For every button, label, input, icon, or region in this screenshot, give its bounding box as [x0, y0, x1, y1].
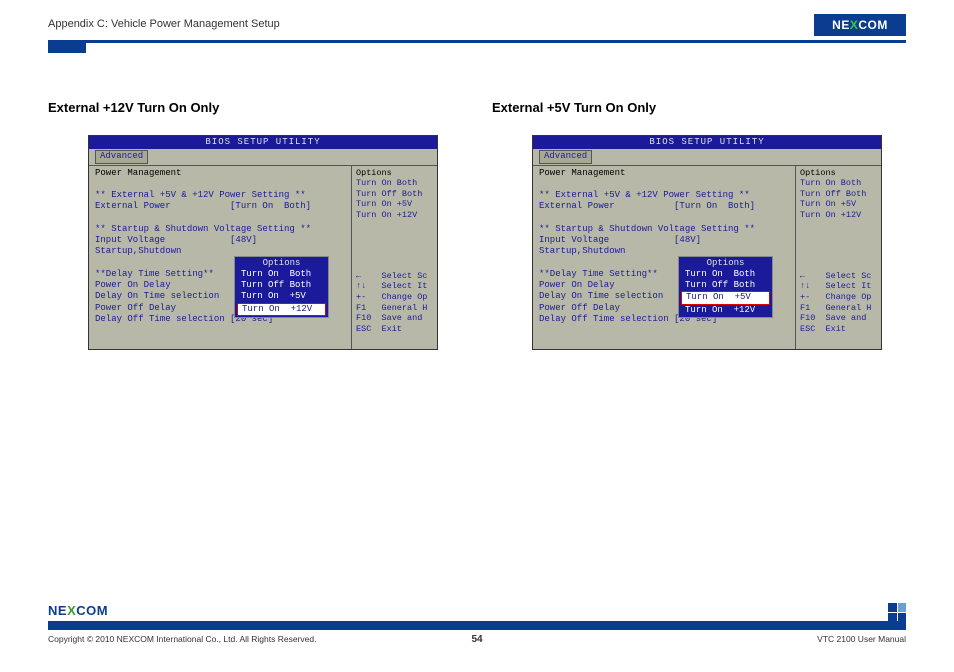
popup-option: Turn Off Both	[679, 280, 772, 291]
bios-line	[95, 179, 345, 190]
bios-line: ** Startup & Shutdown Voltage Setting **	[539, 224, 789, 235]
popup-option-selected: Turn On +5V	[681, 291, 770, 304]
bios-line: External Power [Turn On Both]	[539, 201, 789, 212]
footer-logo-ne: NE	[48, 603, 67, 618]
bios-tab-advanced: Advanced	[95, 150, 148, 163]
footer-text-row: Copyright © 2010 NEXCOM International Co…	[48, 634, 906, 644]
breadcrumb: Appendix C: Vehicle Power Management Set…	[48, 18, 906, 30]
side-option: Turn On +5V	[800, 199, 877, 210]
bios-screenshot: BIOS SETUP UTILITY Advanced Power Manage…	[532, 135, 882, 350]
header-rule	[48, 40, 906, 43]
bios-titlebar: BIOS SETUP UTILITY	[89, 136, 437, 149]
logo-part-x: X	[850, 18, 859, 32]
legend-row: ↑↓ Select It	[800, 281, 877, 292]
legend-row: F1 General H	[356, 303, 433, 314]
legend-row: F1 General H	[800, 303, 877, 314]
side-option: Turn On +5V	[356, 199, 433, 210]
side-option: Turn On +12V	[800, 210, 877, 221]
bios-line: ** External +5V & +12V Power Setting **	[95, 190, 345, 201]
footer-logo: NEXCOM	[48, 603, 108, 618]
bios-line	[539, 179, 789, 190]
legend-row: +- Change Op	[356, 292, 433, 303]
side-option: Turn On Both	[800, 178, 877, 189]
legend-row: +- Change Op	[800, 292, 877, 303]
legend-row: F10 Save and	[356, 313, 433, 324]
bios-line	[95, 213, 345, 224]
manual-name: VTC 2100 User Manual	[817, 634, 906, 644]
bios-tabrow: Advanced	[89, 149, 437, 165]
bios-line: External Power [Turn On Both]	[95, 201, 345, 212]
bios-options-popup: Options Turn On Both Turn Off Both Turn …	[678, 256, 773, 318]
bios-screenshot: BIOS SETUP UTILITY Advanced Power Manage…	[88, 135, 438, 350]
legend-row: ↑↓ Select It	[356, 281, 433, 292]
legend-row: ESC Exit	[356, 324, 433, 335]
bios-line	[539, 213, 789, 224]
bios-line: Input Voltage [48V]	[539, 235, 789, 246]
legend-row: ← Select Sc	[800, 271, 877, 282]
footer-logo-x: X	[67, 603, 76, 618]
copyright-text: Copyright © 2010 NEXCOM International Co…	[48, 634, 316, 644]
bios-main-panel: Power Management ** External +5V & +12V …	[533, 166, 795, 351]
bios-line: ** External +5V & +12V Power Setting **	[539, 190, 789, 201]
footer-logo-com: COM	[76, 603, 108, 618]
side-heading: Options	[356, 168, 433, 179]
bios-heading: Power Management	[95, 168, 345, 179]
bios-main-panel: Power Management ** External +5V & +12V …	[89, 166, 351, 351]
bios-body: Power Management ** External +5V & +12V …	[533, 166, 881, 351]
popup-option: Turn On +5V	[235, 291, 328, 302]
side-option: Turn On Both	[356, 178, 433, 189]
bios-body: Power Management ** External +5V & +12V …	[89, 166, 437, 351]
popup-option: Turn On Both	[679, 269, 772, 280]
column-title: External +5V Turn On Only	[492, 100, 906, 115]
footer-rule	[48, 621, 906, 630]
column-external-12v: External +12V Turn On Only BIOS SETUP UT…	[48, 100, 462, 350]
column-external-5v: External +5V Turn On Only BIOS SETUP UTI…	[492, 100, 906, 350]
bios-tabrow: Advanced	[533, 149, 881, 165]
footer-squares-icon	[888, 603, 906, 621]
legend-row: ESC Exit	[800, 324, 877, 335]
header-tab-decoration	[48, 40, 86, 53]
legend-row: ← Select Sc	[356, 271, 433, 282]
popup-option: Turn Off Both	[235, 280, 328, 291]
bios-heading: Power Management	[539, 168, 789, 179]
popup-title: Options	[235, 258, 328, 269]
side-option: Turn On +12V	[356, 210, 433, 221]
bios-line: ** Startup & Shutdown Voltage Setting **	[95, 224, 345, 235]
side-option: Turn Off Both	[356, 189, 433, 200]
side-option: Turn Off Both	[800, 189, 877, 200]
bios-titlebar: BIOS SETUP UTILITY	[533, 136, 881, 149]
bios-options-popup: Options Turn On Both Turn Off Both Turn …	[234, 256, 329, 318]
popup-option: Turn On Both	[235, 269, 328, 280]
brand-logo: NEXCOM	[814, 14, 906, 36]
bios-side-panel: Options Turn On Both Turn Off Both Turn …	[351, 166, 437, 351]
logo-part-ne: NE	[832, 18, 850, 32]
popup-title: Options	[679, 258, 772, 269]
side-heading: Options	[800, 168, 877, 179]
logo-part-com: COM	[858, 18, 888, 32]
legend-row: F10 Save and	[800, 313, 877, 324]
bios-side-panel: Options Turn On Both Turn Off Both Turn …	[795, 166, 881, 351]
popup-option-selected: Turn On +12V	[237, 303, 326, 316]
popup-option: Turn On +12V	[679, 305, 772, 316]
bios-tab-advanced: Advanced	[539, 150, 592, 163]
content-row: External +12V Turn On Only BIOS SETUP UT…	[48, 100, 906, 350]
column-title: External +12V Turn On Only	[48, 100, 462, 115]
bios-line: Input Voltage [48V]	[95, 235, 345, 246]
